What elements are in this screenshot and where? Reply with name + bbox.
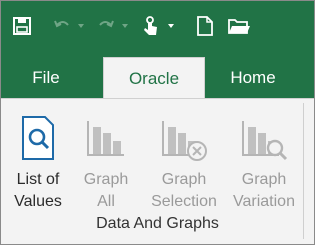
touch-mode-dropdown-icon[interactable] xyxy=(165,13,177,39)
search-icon xyxy=(9,109,67,161)
undo-dropdown-icon[interactable] xyxy=(75,13,87,39)
tab-oracle[interactable]: Oracle xyxy=(103,57,205,100)
redo-icon[interactable] xyxy=(95,13,117,39)
bar-chart-icon xyxy=(77,109,135,161)
graph-all-label-line2: All xyxy=(97,193,115,210)
graph-all-label-line1: Graph xyxy=(83,171,129,188)
ribbon-tabs: File Oracle Home xyxy=(1,51,314,100)
open-folder-icon[interactable] xyxy=(227,13,251,39)
ribbon-panel: List of Values Graph All Graph Selection… xyxy=(1,98,314,244)
group-label-data-and-graphs: Data And Graphs xyxy=(96,215,219,232)
graph-selection-label-line1: Graph xyxy=(161,171,207,188)
tab-home[interactable]: Home xyxy=(213,57,293,99)
quick-access-toolbar xyxy=(1,1,314,51)
graph-all-button[interactable]: Graph All xyxy=(77,109,135,213)
new-document-icon[interactable] xyxy=(193,13,217,39)
list-of-values-label-line1: List of xyxy=(16,171,60,188)
graph-selection-label-line2: Selection xyxy=(151,193,217,210)
tab-file[interactable]: File xyxy=(17,57,75,99)
graph-selection-button[interactable]: Graph Selection xyxy=(147,109,221,213)
excel-window: File Oracle Home List of Values Graph Al… xyxy=(0,0,315,245)
save-icon[interactable] xyxy=(9,13,35,39)
graph-variation-label-line1: Graph xyxy=(241,171,287,188)
list-of-values-label-line2: Values xyxy=(14,193,62,210)
graph-variation-button[interactable]: Graph Variation xyxy=(227,109,301,213)
bar-chart-selection-icon xyxy=(147,109,221,161)
redo-dropdown-icon[interactable] xyxy=(119,13,131,39)
undo-icon[interactable] xyxy=(51,13,73,39)
graph-variation-label-line2: Variation xyxy=(233,193,295,210)
touch-mode-icon[interactable] xyxy=(139,13,163,39)
bar-chart-variation-icon xyxy=(227,109,301,161)
list-of-values-button[interactable]: List of Values xyxy=(9,109,67,213)
